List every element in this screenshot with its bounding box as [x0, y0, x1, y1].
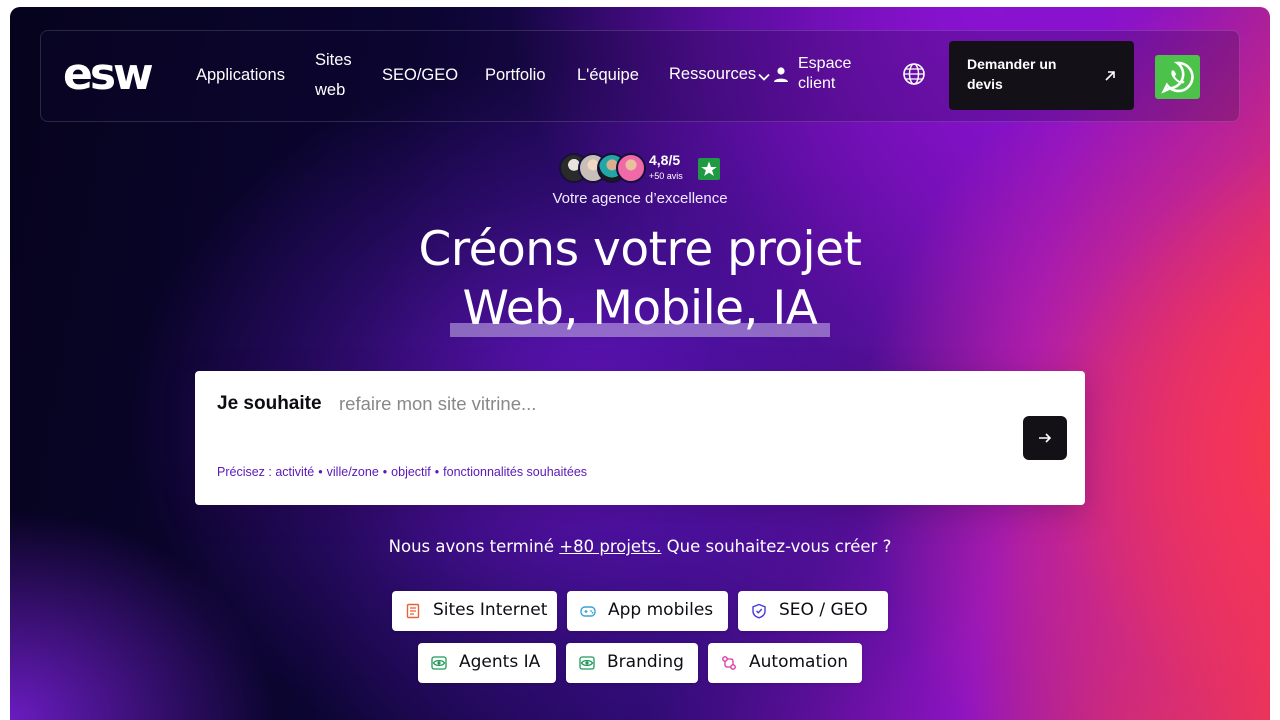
nav-link-equipe[interactable]: L'équipe — [577, 60, 639, 90]
chip-label: Branding — [607, 652, 684, 672]
nav-link-portfolio[interactable]: Portfolio — [485, 60, 546, 90]
avatar — [616, 153, 646, 183]
top-navigation: esw Applications Sites web SEO/GEO Portf… — [40, 30, 1240, 122]
chip-label: SEO / GEO — [779, 600, 868, 620]
trustpilot-star-icon[interactable] — [698, 158, 720, 180]
arrow-up-right-icon — [1105, 71, 1115, 81]
hint-item: fonctionnalités souhaitées — [443, 465, 588, 479]
nav-link-sites-web-line2: web — [315, 81, 346, 99]
esw-logo[interactable]: esw — [63, 57, 173, 97]
hint-item: objectif — [391, 465, 431, 479]
client-area-line1: Espace — [798, 55, 852, 72]
search-prefix-label: Je souhaite — [217, 393, 322, 414]
user-icon[interactable] — [771, 65, 791, 85]
gamepad-icon — [580, 606, 596, 617]
request-quote-button[interactable]: Demander un devis — [949, 41, 1134, 110]
projects-text-before: Nous avons terminé — [388, 537, 555, 556]
chevron-down-icon[interactable] — [757, 70, 771, 84]
shield-icon — [752, 603, 766, 619]
chip-label: Sites Internet — [433, 600, 548, 620]
review-count: +50 avis — [649, 171, 683, 181]
headline-line2: Web, Mobile, IA — [462, 281, 818, 336]
svg-text:esw: esw — [63, 57, 153, 97]
chip-automation[interactable]: Automation — [708, 643, 862, 683]
chip-sites-internet[interactable]: Sites Internet — [392, 591, 557, 631]
nav-link-sites-web-line1: Sites — [315, 51, 352, 69]
hint-separator: • — [382, 465, 388, 479]
hint-separator: • — [318, 465, 323, 479]
agency-tagline: Votre agence d’excellence — [552, 190, 728, 207]
projects-link[interactable]: +80 projets. — [559, 537, 661, 556]
projects-statement: Nous avons terminé +80 projets. Que souh… — [10, 537, 1270, 556]
rating-score: 4,8/5 — [649, 152, 681, 168]
eye-icon — [431, 656, 447, 670]
hero-section: esw Applications Sites web SEO/GEO Portf… — [10, 7, 1270, 720]
search-hint: Précisez : activité • ville/zone • objectif •… — [217, 465, 587, 479]
eye-icon — [579, 656, 595, 670]
globe-icon[interactable] — [902, 62, 926, 86]
projects-text-after: Que souhaitez-vous créer ? — [666, 537, 892, 556]
client-area-line2: client — [798, 75, 836, 92]
headline-line1: Créons votre projet — [418, 222, 862, 277]
chip-label: Automation — [749, 652, 849, 672]
whatsapp-button[interactable] — [1155, 55, 1200, 99]
request-quote-label: Demander un devis — [967, 56, 1057, 92]
chip-label: Agents IA — [459, 652, 541, 672]
nav-link-applications[interactable]: Applications — [196, 60, 285, 90]
chip-agents-ia[interactable]: Agents IA — [418, 643, 556, 683]
submit-button[interactable] — [1023, 416, 1067, 460]
chip-branding[interactable]: Branding — [566, 643, 698, 683]
nav-link-seo-geo[interactable]: SEO/GEO — [382, 60, 458, 90]
nav-link-ressources[interactable]: Ressources — [669, 59, 756, 89]
project-description-input[interactable] — [339, 389, 989, 419]
hint-item: ville/zone — [326, 465, 379, 479]
nav-link-sites-web[interactable]: Sites web — [315, 45, 352, 105]
chip-app-mobiles[interactable]: App mobiles — [567, 591, 728, 631]
project-request-card: Je souhaite Précisez : activité•ville/zo… — [195, 371, 1085, 505]
whatsapp-icon — [1161, 61, 1194, 94]
arrow-right-icon — [1039, 433, 1052, 443]
chip-seo-geo[interactable]: SEO / GEO — [738, 591, 888, 631]
document-icon — [406, 603, 420, 619]
hint-separator: • — [434, 465, 440, 479]
client-area-link[interactable]: Espace client — [798, 54, 851, 94]
hint-item: Précisez : activité — [217, 465, 315, 479]
chip-label: App mobiles — [608, 600, 714, 620]
workflow-icon — [722, 656, 736, 670]
